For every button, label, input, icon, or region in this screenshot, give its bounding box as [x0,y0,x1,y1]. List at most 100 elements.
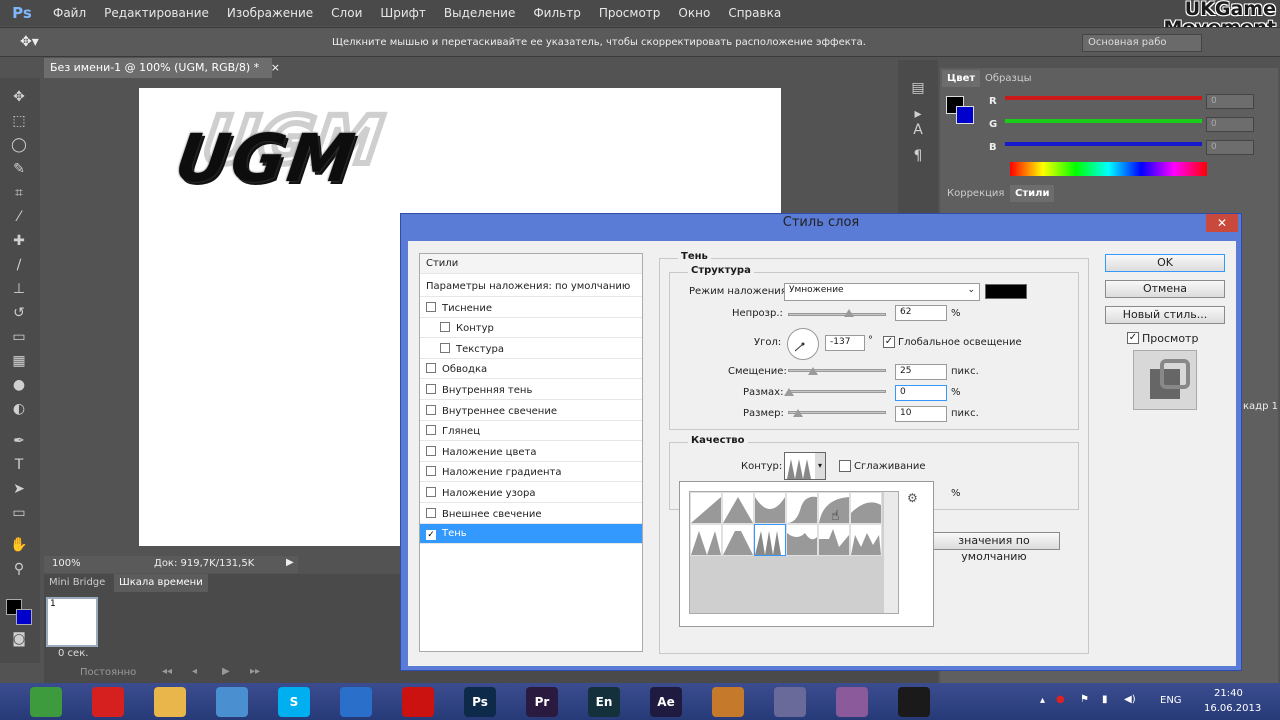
frame-delay[interactable]: 0 сек. [58,648,88,659]
timeline-frame[interactable]: 1 [46,597,98,647]
style-item-gradient-overlay[interactable]: Наложение градиента [420,462,642,482]
tray-arrow-icon[interactable]: ▴ [1040,695,1045,706]
next-frame-icon[interactable]: ▸▸ [250,666,260,677]
taskbar-chrome-icon[interactable] [30,687,62,717]
move-tool-icon[interactable]: ✥▾ [20,34,39,50]
new-style-button[interactable]: Новый стиль... [1105,306,1225,324]
contour-cell-rolling-slope[interactable] [722,524,754,556]
style-item-pattern-overlay[interactable]: Наложение узора [420,483,642,503]
style-item-texture[interactable]: Текстура [420,339,642,359]
offset-slider-thumb[interactable] [808,367,818,375]
style-item-satin[interactable]: Глянец [420,421,642,441]
style-item-outer-glow[interactable]: Внешнее свечение [420,504,642,524]
size-slider-thumb[interactable] [793,409,803,417]
pen-icon[interactable]: ✒ [8,430,30,452]
checkbox[interactable] [426,425,436,435]
brush-icon[interactable]: ∕ [8,254,30,276]
taskbar-paint-icon[interactable] [712,687,744,717]
offset-input[interactable]: 25 [895,364,947,380]
prev-frame-icon[interactable]: ◂ [192,666,197,677]
eyedropper-icon[interactable]: ⁄ [8,206,30,228]
b-slider[interactable] [1005,142,1202,146]
lasso-icon[interactable]: ◯ [8,134,30,156]
play-animation-icon[interactable]: ▶ [222,666,230,677]
gear-icon[interactable]: ⚙ [907,491,918,505]
global-light-checkbox[interactable]: ✓ [883,336,895,348]
menu-edit[interactable]: Редактирование [95,6,218,20]
tab-timeline[interactable]: Шкала времени [114,574,208,592]
background-color-swatch[interactable] [16,609,32,625]
checkbox[interactable] [440,343,450,353]
style-item-contour[interactable]: Контур [420,318,642,338]
blend-mode-select[interactable]: Умножение ⌄ [784,283,980,301]
canvas-text[interactable]: UGM [171,120,361,197]
taskbar-premiere-icon[interactable]: Pr [526,687,558,717]
offset-slider[interactable] [788,369,886,372]
contour-cell-cove[interactable] [754,492,786,524]
dropdown-arrow-icon[interactable]: ▾ [815,453,825,479]
taskbar-explorer-icon[interactable] [154,687,186,717]
move-icon[interactable]: ✥ [8,86,30,108]
checkbox[interactable] [426,302,436,312]
recording-icon[interactable]: ● [1056,694,1065,705]
history-icon[interactable]: ▤ [908,80,928,100]
document-tab[interactable]: Без имени-1 @ 100% (UGM, RGB/8) * × [44,58,280,78]
taskbar-encore-icon[interactable]: En [588,687,620,717]
checkbox[interactable] [426,384,436,394]
menu-layers[interactable]: Слои [322,6,371,20]
contour-cell-peaks[interactable] [850,524,882,556]
menu-filter[interactable]: Фильтр [524,6,589,20]
play-icon[interactable]: ▶ [286,557,294,568]
contour-cell-cone[interactable] [722,492,754,524]
taskbar-app-swirl-icon[interactable] [340,687,372,717]
spread-slider-thumb[interactable] [784,388,794,396]
tab-swatches[interactable]: Образцы [980,70,1037,87]
checkbox-checked[interactable]: ✓ [426,530,436,540]
volume-icon[interactable]: ◀) [1124,694,1136,705]
quick-select-icon[interactable]: ✎ [8,158,30,180]
spread-input[interactable]: 0 [895,385,947,401]
dialog-close-button[interactable]: ✕ [1206,214,1238,232]
b-value[interactable]: 0 [1206,140,1254,155]
contour-cell-linear[interactable] [690,492,722,524]
spread-slider[interactable] [788,390,886,393]
blend-options-item[interactable]: Параметры наложения: по умолчанию [420,277,642,297]
ok-button[interactable]: OK [1105,254,1225,272]
zoom-icon[interactable]: ⚲ [8,558,30,580]
zoom-level[interactable]: 100% [52,558,81,569]
tab-adjustments[interactable]: Коррекция [942,185,1009,202]
loop-select[interactable]: Постоянно [80,667,136,678]
close-icon[interactable]: × [271,61,280,74]
character-icon[interactable]: A [908,122,928,142]
checkbox[interactable] [426,508,436,518]
paragraph-icon[interactable]: ¶ [908,148,928,168]
dodge-icon[interactable]: ◐ [8,398,30,420]
menu-file[interactable]: Файл [44,6,95,20]
checkbox[interactable] [426,466,436,476]
style-item-stroke[interactable]: Обводка [420,359,642,379]
menu-type[interactable]: Шрифт [371,6,435,20]
contour-cell-gaussian[interactable] [786,492,818,524]
taskbar-recorder-icon[interactable] [402,687,434,717]
menu-window[interactable]: Окно [669,6,719,20]
stamp-icon[interactable]: ⊥ [8,278,30,300]
reset-defaults-button[interactable]: значения по умолчанию [928,532,1060,563]
hand-icon[interactable]: ✋ [8,534,30,556]
first-frame-icon[interactable]: ◂◂ [162,666,172,677]
contour-selector[interactable]: ▾ [784,452,826,480]
marquee-icon[interactable]: ⬚ [8,110,30,132]
opacity-slider-thumb[interactable] [843,309,854,317]
opacity-slider[interactable] [788,313,886,316]
healing-icon[interactable]: ✚ [8,230,30,252]
styles-header[interactable]: Стили [420,254,642,274]
menu-select[interactable]: Выделение [435,6,524,20]
flag-icon[interactable]: ⚑ [1080,694,1089,705]
antialias-checkbox[interactable] [839,460,851,472]
checkbox[interactable] [426,487,436,497]
taskbar-opera-icon[interactable] [92,687,124,717]
checkbox[interactable] [426,446,436,456]
contour-cell-wave[interactable] [818,524,850,556]
blur-icon[interactable]: ● [8,374,30,396]
size-input[interactable]: 10 [895,406,947,422]
taskbar-editor-icon[interactable] [774,687,806,717]
